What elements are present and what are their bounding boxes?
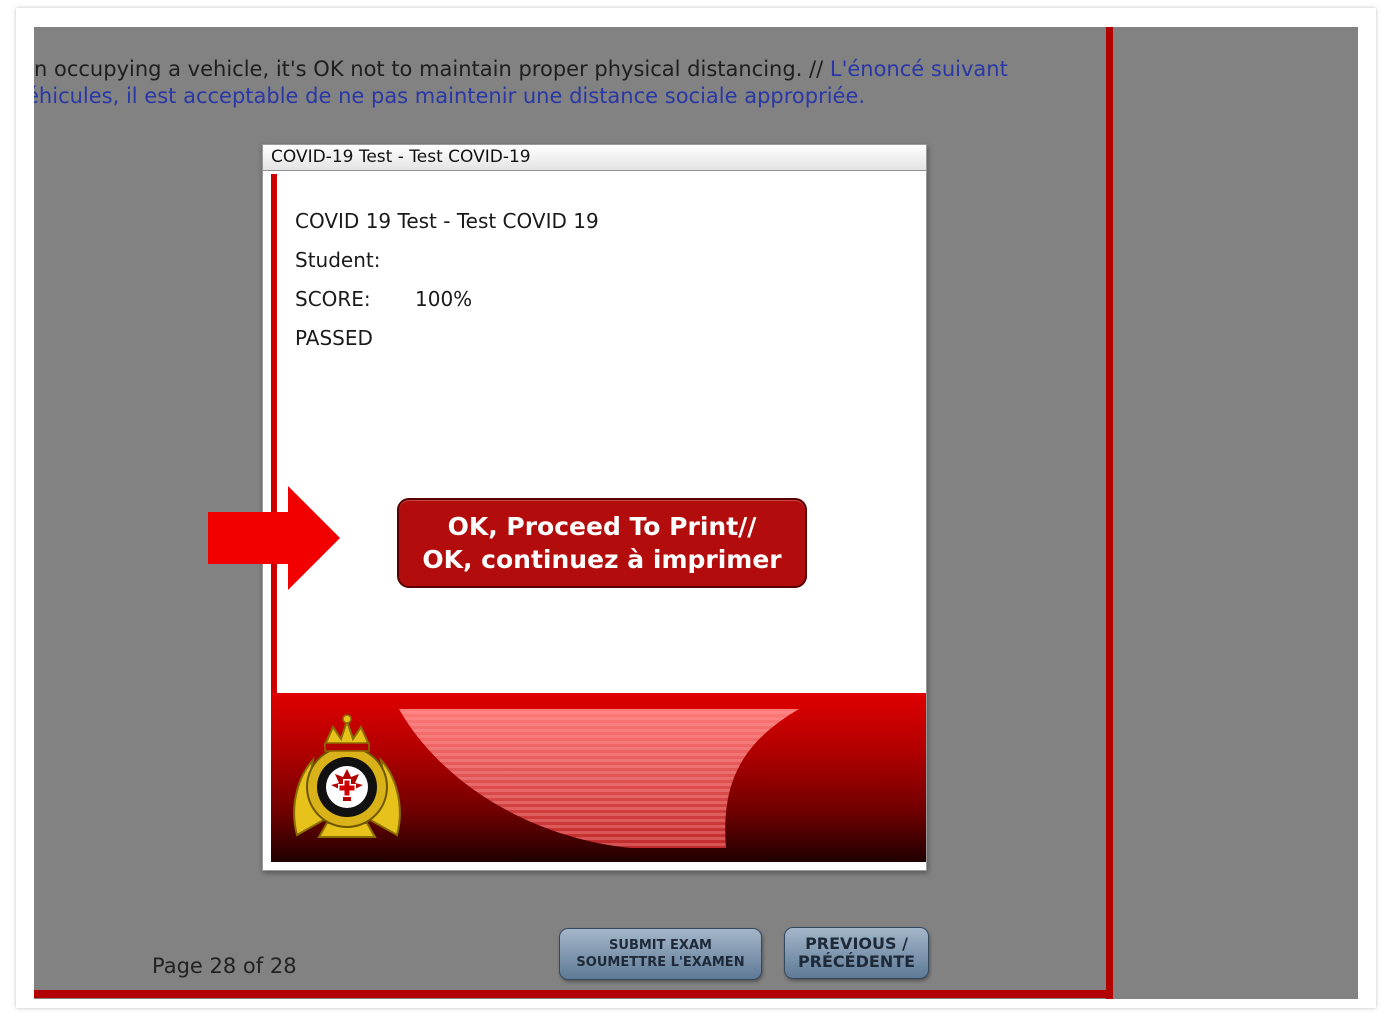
submit-label-fr: SOUMETTRE L'EXAMEN: [576, 955, 745, 970]
dialog-red-accent: [271, 174, 277, 699]
submit-exam-button[interactable]: SUBMIT EXAM SOUMETTRE L'EXAMEN: [559, 928, 762, 980]
submit-label-en: SUBMIT EXAM: [609, 938, 712, 953]
previous-button[interactable]: PREVIOUS / PRÉCÉDENTE: [784, 927, 929, 979]
result-dialog: COVID-19 Test - Test COVID-19 COVID 19 T…: [262, 144, 927, 871]
red-divider-vertical: [1106, 27, 1113, 999]
score-value: 100%: [415, 287, 473, 311]
dialog-title: COVID-19 Test - Test COVID-19: [263, 145, 926, 171]
question-text: n occupying a vehicle, it's OK not to ma…: [34, 56, 1104, 112]
previous-label-en: PREVIOUS /: [805, 934, 908, 953]
red-arrow-icon: [208, 486, 340, 590]
dialog-body: COVID 19 Test - Test COVID 19 Student: S…: [271, 174, 926, 862]
dialog-banner: [271, 693, 926, 862]
red-divider-horizontal: [34, 990, 1113, 998]
cf-health-services-crest-icon: [293, 714, 401, 838]
score-row: SCORE: 100%: [295, 287, 472, 311]
question-english: n occupying a vehicle, it's OK not to ma…: [34, 57, 830, 81]
score-label: SCORE:: [295, 287, 371, 311]
student-label: Student:: [295, 248, 381, 272]
proceed-to-print-button[interactable]: OK, Proceed To Print// OK, continuez à i…: [397, 498, 807, 588]
proceed-label-en: OK, Proceed To Print//: [447, 512, 757, 541]
test-name: COVID 19 Test - Test COVID 19: [295, 209, 599, 233]
question-french-start: L'énoncé suivant: [829, 57, 1008, 81]
proceed-label-fr: OK, continuez à imprimer: [422, 545, 782, 574]
question-french: éhicules, il est acceptable de ne pas ma…: [34, 84, 866, 108]
result-status: PASSED: [295, 326, 373, 350]
previous-label-fr: PRÉCÉDENTE: [797, 952, 916, 971]
page-indicator: Page 28 of 28: [152, 954, 297, 978]
student-row: Student:: [295, 248, 380, 272]
